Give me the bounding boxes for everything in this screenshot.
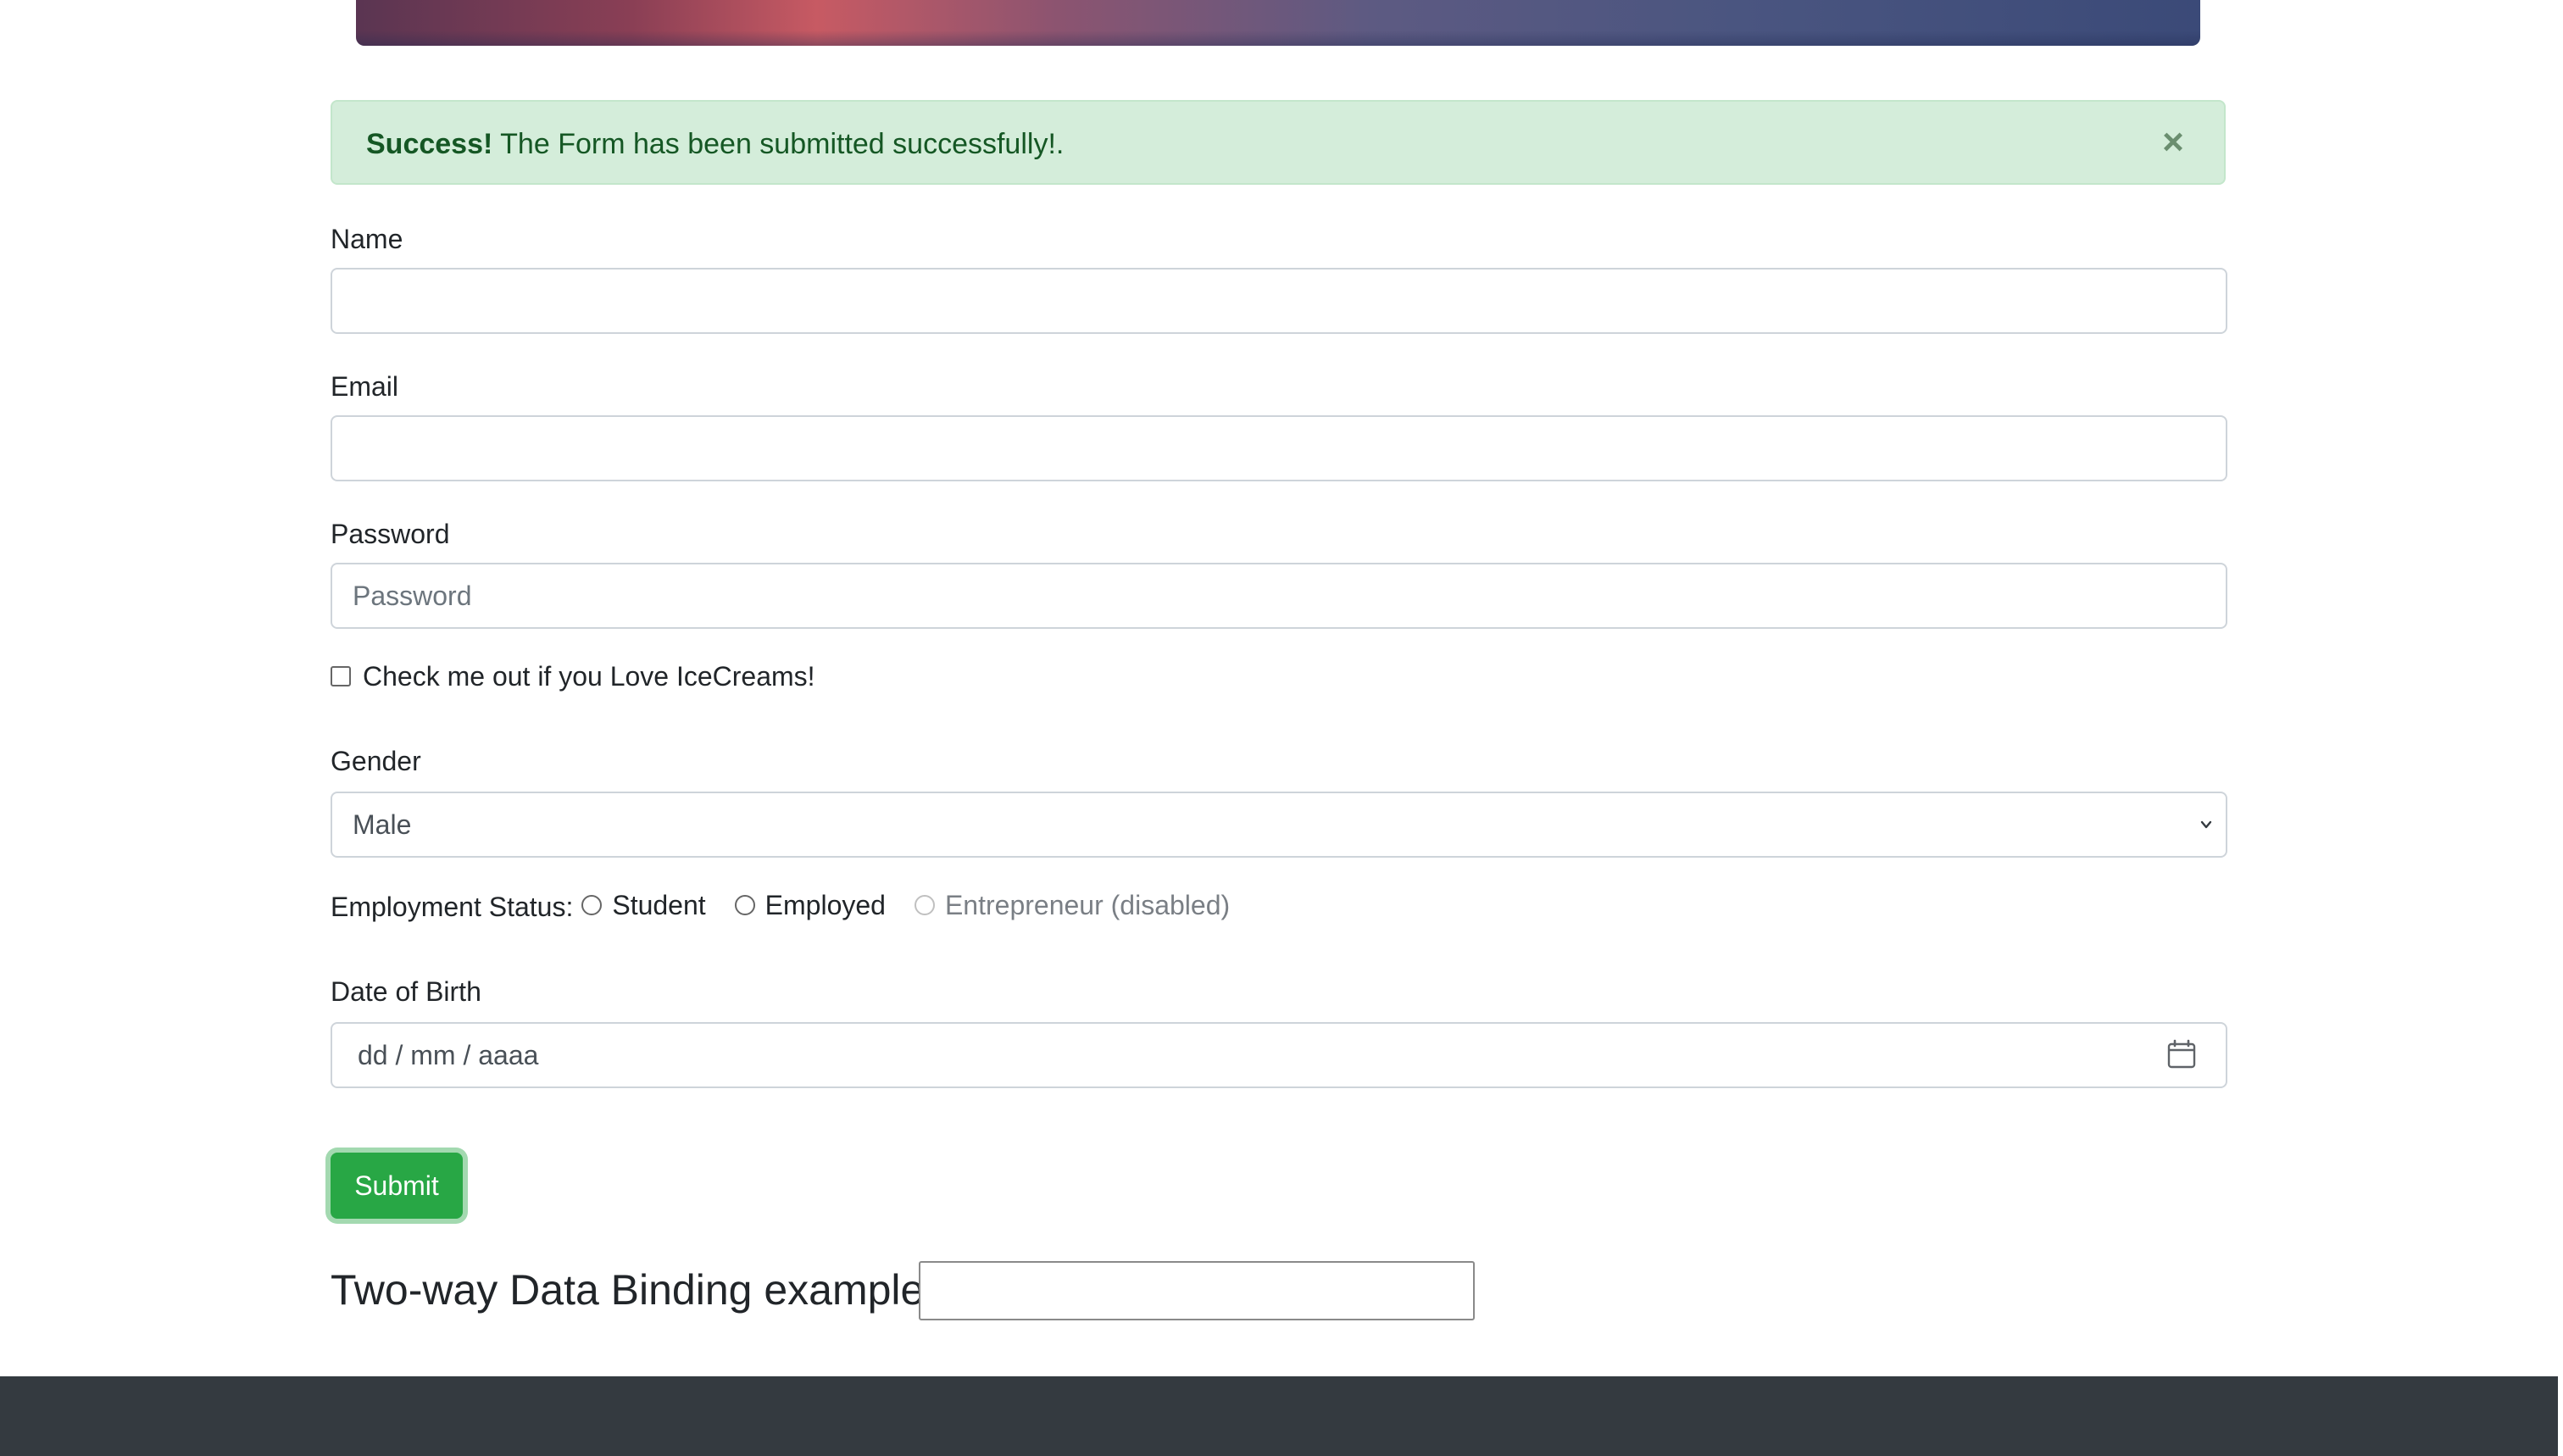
icecream-checkbox[interactable] <box>331 666 351 686</box>
calendar-icon[interactable] <box>2166 1039 2197 1070</box>
alert-strong: Success! <box>366 128 493 160</box>
radio-employed-label[interactable]: Employed <box>765 890 886 921</box>
email-input[interactable] <box>331 415 2227 481</box>
password-input[interactable] <box>331 563 2227 629</box>
dob-label: Date of Birth <box>331 976 481 1007</box>
password-label: Password <box>331 519 450 549</box>
radio-student[interactable]: Student <box>581 890 706 921</box>
gender-label: Gender <box>331 746 421 776</box>
success-alert: Success! The Form has been submitted suc… <box>331 100 2226 185</box>
alert-text: Success! The Form has been submitted suc… <box>366 127 1064 161</box>
employment-status-group: Employment Status: Student Employed Entr… <box>331 886 1259 924</box>
email-label: Email <box>331 371 399 402</box>
two-way-binding-input[interactable] <box>919 1261 1475 1320</box>
page-footer <box>0 1376 2558 1456</box>
gender-select[interactable]: Male <box>331 792 2227 858</box>
icecream-checkbox-label[interactable]: Check me out if you Love IceCreams! <box>363 659 815 693</box>
name-label: Name <box>331 224 403 254</box>
close-icon[interactable]: × <box>2156 124 2190 161</box>
radio-employed-circle[interactable] <box>734 895 755 915</box>
name-input[interactable] <box>331 268 2227 334</box>
radio-entrepreneur: Entrepreneur (disabled) <box>914 889 1231 921</box>
dob-placeholder: dd / mm / aaaa <box>358 1040 539 1070</box>
radio-entrepreneur-circle <box>914 895 935 915</box>
employment-status-label: Employment Status: <box>331 892 574 922</box>
radio-employed[interactable]: Employed <box>734 890 886 921</box>
alert-message: The Form has been submitted successfully… <box>492 128 1065 160</box>
dob-input[interactable]: dd / mm / aaaa <box>331 1022 2227 1088</box>
submit-button[interactable]: Submit <box>331 1153 463 1219</box>
radio-entrepreneur-label: Entrepreneur (disabled) <box>944 889 1231 920</box>
gender-selected-value: Male <box>353 809 412 840</box>
chevron-down-icon <box>2200 820 2212 829</box>
icecream-checkbox-row[interactable]: Check me out if you Love IceCreams! <box>331 658 815 695</box>
radio-student-label[interactable]: Student <box>612 890 705 921</box>
two-way-binding-heading: Two-way Data Binding example: <box>331 1266 937 1314</box>
header-banner-image <box>356 0 2200 46</box>
radio-student-circle[interactable] <box>581 895 603 915</box>
